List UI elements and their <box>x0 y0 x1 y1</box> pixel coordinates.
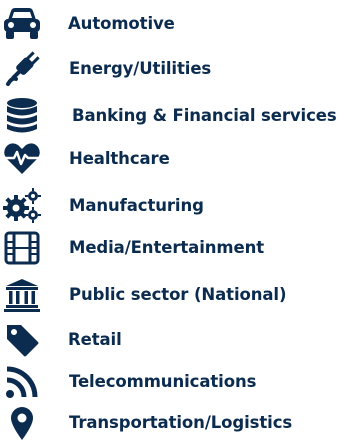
gears-icon <box>2 186 42 226</box>
industry-label: Healthcare <box>69 149 170 168</box>
heartbeat-icon <box>2 139 42 179</box>
industry-label: Public sector (National) <box>69 285 287 304</box>
industry-item-transportation-logistics: Transportation/Logistics <box>0 403 356 443</box>
industry-label: Retail <box>68 330 122 349</box>
industry-item-media-entertainment: Media/Entertainment <box>0 228 356 268</box>
bank-building-icon <box>2 275 42 315</box>
industry-label: Energy/Utilities <box>69 59 212 78</box>
industry-item-energy-utilities: Energy/Utilities <box>0 49 356 89</box>
price-tag-icon <box>2 320 42 360</box>
industry-item-automotive: Automotive <box>0 4 356 44</box>
industry-item-retail: Retail <box>0 320 356 360</box>
film-icon <box>2 228 42 268</box>
industry-item-telecommunications: Telecommunications <box>0 362 356 402</box>
industry-list: Automotive Energy/Utilities Banking & Fi… <box>0 0 356 443</box>
industry-item-banking-financial: Banking & Financial services <box>0 96 356 136</box>
industry-label: Telecommunications <box>69 372 257 391</box>
industry-label: Automotive <box>68 14 175 33</box>
industry-item-manufacturing: Manufacturing <box>0 186 356 226</box>
industry-item-public-sector: Public sector (National) <box>0 275 356 315</box>
industry-label: Manufacturing <box>69 196 204 215</box>
map-marker-icon <box>2 403 42 443</box>
industry-label: Transportation/Logistics <box>69 413 293 432</box>
plug-icon <box>2 49 42 89</box>
industry-label: Banking & Financial services <box>72 106 337 125</box>
car-icon <box>2 4 42 44</box>
rss-feed-icon <box>2 362 42 402</box>
database-icon <box>2 96 42 136</box>
industry-label: Media/Entertainment <box>69 238 265 257</box>
industry-item-healthcare: Healthcare <box>0 139 356 179</box>
